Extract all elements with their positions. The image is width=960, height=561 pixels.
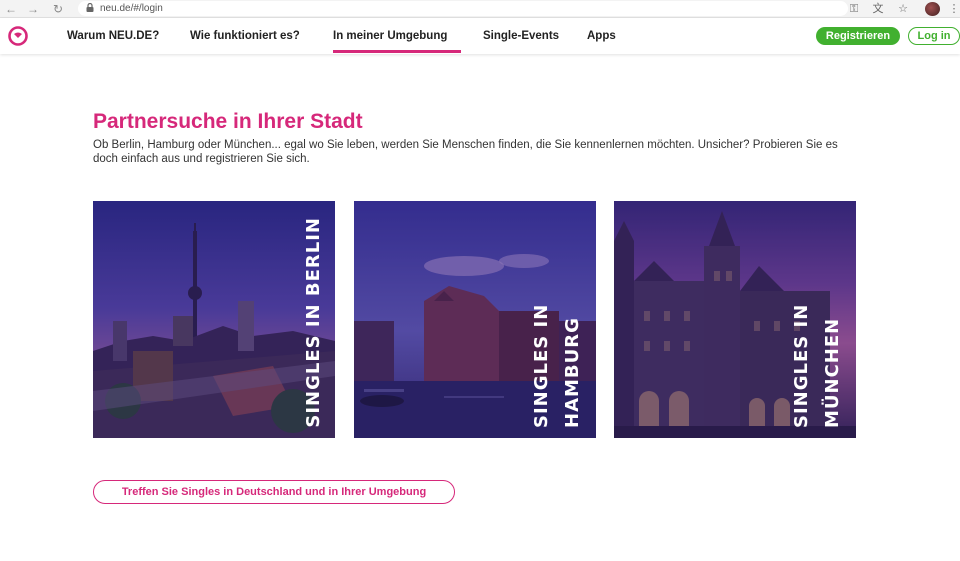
menu-icon[interactable]: ⋮ — [946, 1, 960, 17]
page-intro: Ob Berlin, Hamburg oder München... egal … — [93, 139, 838, 165]
address-bar[interactable] — [78, 1, 848, 16]
neu-de-logo[interactable] — [7, 26, 29, 46]
nav-wie-funktioniert[interactable]: Wie funktioniert es? — [190, 29, 300, 43]
login-button[interactable]: Log in — [908, 27, 960, 45]
city-label-berlin: Singles in Berlin — [303, 217, 324, 428]
reload-icon[interactable]: ↻ — [50, 1, 66, 17]
city-card-berlin[interactable]: Singles in Berlin — [93, 201, 335, 438]
nav-warum[interactable]: Warum NEU.DE? — [67, 29, 159, 43]
city-label-hamburg: Singles in Hamburg — [531, 303, 583, 428]
city-card-muenchen[interactable]: Singles in München — [614, 201, 856, 438]
star-icon[interactable]: ☆ — [895, 1, 911, 17]
site-header: Warum NEU.DE? Wie funktioniert es? In me… — [0, 18, 960, 54]
city-label-muenchen: Singles in München — [791, 303, 843, 428]
meet-singles-button[interactable]: Treffen Sie Singles in Deutschland und i… — [93, 480, 455, 504]
city-card-hamburg[interactable]: Singles in Hamburg — [354, 201, 596, 438]
profile-avatar[interactable] — [925, 2, 940, 16]
active-nav-indicator — [333, 50, 461, 53]
back-icon[interactable]: ← — [3, 1, 19, 17]
page-title: Partnersuche in Ihrer Stadt — [93, 110, 363, 133]
translate-icon[interactable]: 文 — [870, 1, 886, 17]
url-text[interactable]: neu.de/#/login — [100, 2, 163, 15]
browser-toolbar: ← → ↻ neu.de/#/login ⚿ 文 ☆ ⋮ — [0, 0, 960, 18]
register-button[interactable]: Registrieren — [816, 27, 900, 45]
nav-in-meiner-umgebung[interactable]: In meiner Umgebung — [333, 29, 447, 43]
lock-icon — [86, 3, 94, 12]
key-icon[interactable]: ⚿ — [846, 1, 862, 17]
nav-apps[interactable]: Apps — [587, 29, 616, 43]
nav-single-events[interactable]: Single-Events — [483, 29, 559, 43]
forward-icon[interactable]: → — [25, 1, 41, 17]
